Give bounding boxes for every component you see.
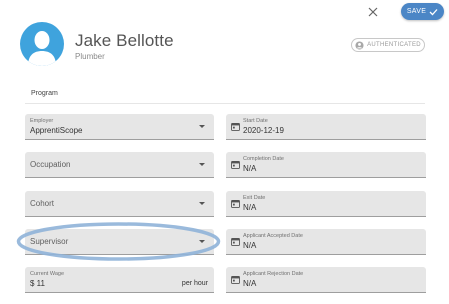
- applicant-accepted-date-value: N/A: [243, 241, 257, 250]
- save-button-label: SAVE: [406, 8, 427, 15]
- applicant-rejection-date-value: N/A: [243, 279, 257, 288]
- applicant-rejection-date-field[interactable]: Applicant Rejection Date N/A: [226, 267, 426, 293]
- cohort-select[interactable]: Cohort: [25, 191, 214, 217]
- section-title-program: Program: [31, 90, 58, 97]
- avatar: [20, 22, 64, 66]
- exit-date-label: Exit Date: [243, 195, 266, 201]
- applicant-accepted-date-field[interactable]: Applicant Accepted Date N/A: [226, 229, 426, 255]
- current-wage-input[interactable]: Current Wage $ 11 per hour: [25, 267, 214, 293]
- exit-date-value: N/A: [243, 203, 257, 212]
- close-icon: [368, 7, 378, 17]
- occupation-placeholder: Occupation: [30, 160, 71, 169]
- completion-date-value: N/A: [243, 164, 257, 173]
- user-name: Jake Bellotte: [75, 31, 174, 50]
- completion-date-field[interactable]: Completion Date N/A: [226, 152, 426, 178]
- chevron-down-icon: [199, 163, 205, 166]
- cohort-placeholder: Cohort: [30, 199, 55, 208]
- exit-date-field[interactable]: Exit Date N/A: [226, 191, 426, 217]
- authenticated-badge: AUTHENTICATED: [351, 38, 425, 52]
- close-button[interactable]: [366, 5, 380, 19]
- applicant-accepted-date-label: Applicant Accepted Date: [243, 233, 303, 239]
- employer-label: Employer: [30, 118, 54, 124]
- start-date-value: 2020-12-19: [243, 126, 284, 135]
- calendar-icon: [231, 122, 240, 131]
- account-circle-icon: [355, 40, 364, 50]
- authenticated-label: AUTHENTICATED: [367, 42, 421, 48]
- divider: [25, 103, 425, 104]
- supervisor-placeholder: Supervisor: [30, 237, 69, 246]
- calendar-icon: [231, 275, 240, 284]
- calendar-icon: [231, 199, 240, 208]
- employer-value: ApprentiScope: [30, 126, 83, 135]
- chevron-down-icon: [199, 125, 205, 128]
- chevron-down-icon: [199, 202, 205, 205]
- user-role: Plumber: [75, 52, 105, 61]
- calendar-icon: [231, 160, 240, 169]
- employer-select[interactable]: Employer ApprentiScope: [25, 114, 214, 140]
- start-date-field[interactable]: Start Date 2020-12-19: [226, 114, 426, 140]
- person-silhouette-icon: [28, 31, 56, 66]
- chevron-down-icon: [199, 240, 205, 243]
- current-wage-label: Current Wage: [30, 271, 65, 277]
- supervisor-select[interactable]: Supervisor: [25, 229, 214, 255]
- occupation-select[interactable]: Occupation: [25, 152, 214, 178]
- current-wage-value: $ 11: [30, 279, 45, 288]
- save-button[interactable]: SAVE: [401, 3, 444, 20]
- applicant-rejection-date-label: Applicant Rejection Date: [243, 271, 304, 277]
- wage-unit-suffix: per hour: [181, 280, 208, 287]
- check-icon: [429, 8, 438, 15]
- start-date-label: Start Date: [243, 118, 268, 124]
- calendar-icon: [231, 237, 240, 246]
- completion-date-label: Completion Date: [243, 156, 284, 162]
